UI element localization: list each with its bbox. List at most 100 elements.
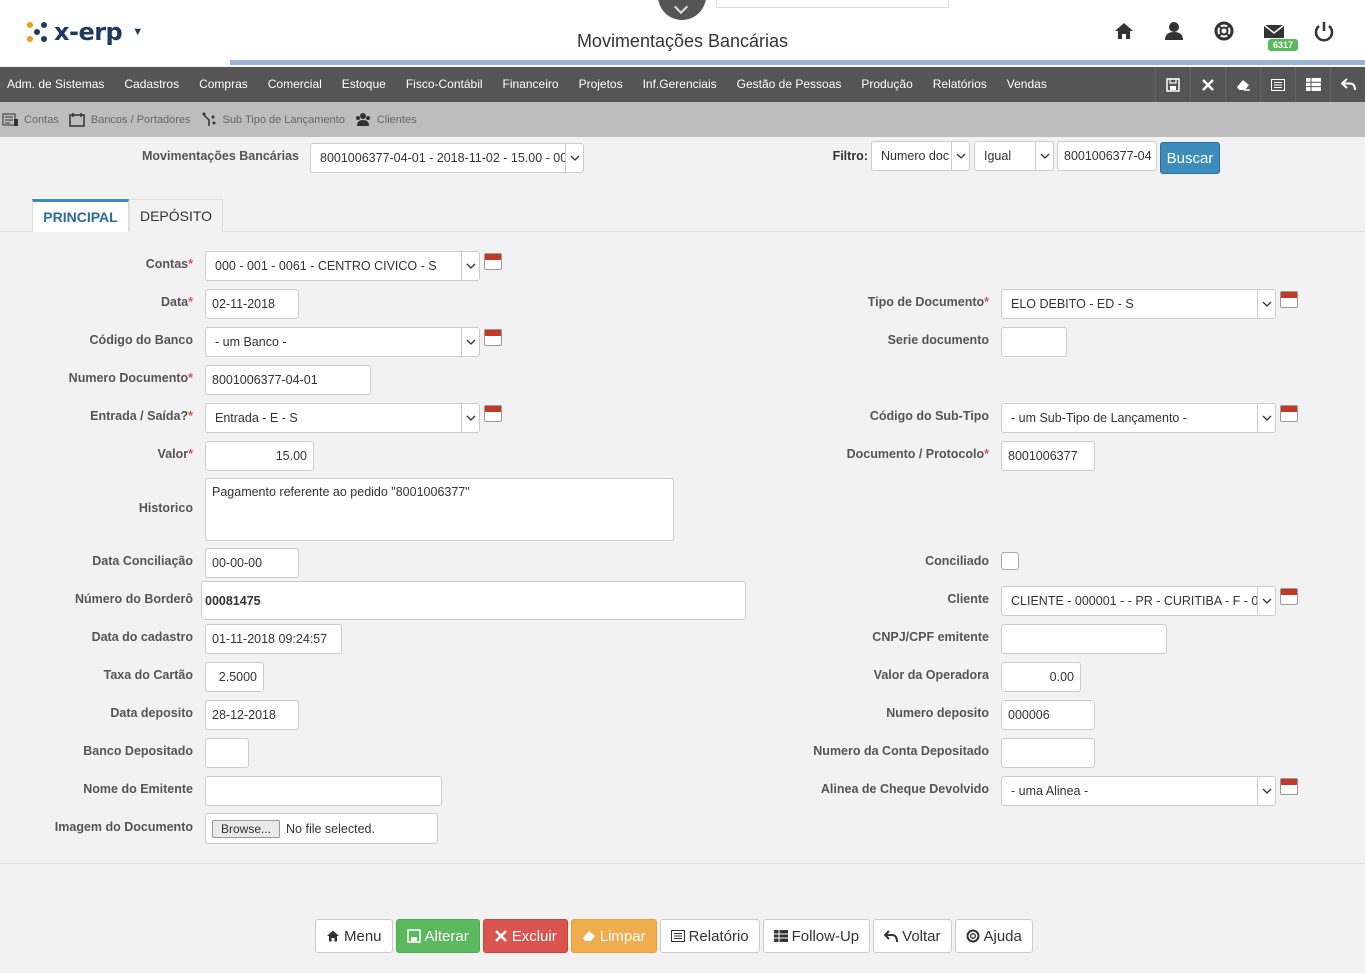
codigo-subtipo-calendar-icon[interactable] [1280,405,1298,422]
menu-item-projetos[interactable]: Projetos [569,67,633,102]
data-conciliacao-input[interactable]: 00-00-00 [205,548,299,578]
excluir-button[interactable]: Excluir [482,919,568,953]
tipo-documento-calendar-icon[interactable] [1280,291,1298,308]
table-icon [773,930,788,942]
menu-button[interactable]: Menu [315,919,393,953]
cliente-select[interactable]: CLIENTE - 000001 - - PR - CURITIBA - F -… [1001,586,1276,616]
shortcut-contas[interactable]: Contas [2,112,59,127]
relatorio-button[interactable]: Relatório [659,919,760,953]
data-cadastro-input[interactable]: 01-11-2018 09:24:57 [205,624,342,654]
shortcut-bancos[interactable]: Bancos / Portadores [69,112,191,127]
followup-button[interactable]: Follow-Up [762,919,871,953]
record-selector[interactable]: 8001006377-04-01 - 2018-11-02 - 15.00 - … [310,143,584,173]
table-icon[interactable] [1295,67,1330,102]
contas-select[interactable]: 000 - 001 - 0061 - CENTRO CIVICO - S [205,251,480,281]
shortcut-contas-label: Contas [24,113,59,126]
menu-item-fisco-contabil[interactable]: Fisco-Contábil [396,67,493,102]
cliente-calendar-icon[interactable] [1280,588,1298,605]
contas-calendar-icon[interactable] [484,253,502,270]
numero-bordero-input[interactable]: 00081475 [201,581,746,620]
serie-documento-input[interactable] [1001,327,1067,357]
alinea-cheque-calendar-icon[interactable] [1280,778,1298,795]
power-icon[interactable] [1313,20,1335,42]
followup-button-label: Follow-Up [791,927,860,945]
numero-conta-depositado-input[interactable] [1001,738,1095,768]
entrada-saida-calendar-icon[interactable] [484,405,502,422]
menu-button-label: Menu [344,927,382,945]
alinea-cheque-select[interactable]: - uma Alinea - [1001,776,1276,806]
documento-protocolo-label: Documento / Protocolo* [846,447,989,461]
data-deposito-input[interactable]: 28-12-2018 [205,700,299,730]
menu-item-relatorios[interactable]: Relatórios [923,67,997,102]
data-input[interactable]: 02-11-2018 [205,289,299,319]
numero-bordero-label: Número do Borderô [74,592,193,606]
valor-input[interactable]: 15.00 [205,441,314,471]
mail-icon[interactable]: 6317 [1263,20,1299,51]
entrada-saida-select[interactable]: Entrada - E - S [205,403,480,433]
tipo-documento-select[interactable]: ELO DEBITO - ED - S [1001,289,1276,319]
close-icon[interactable] [1190,67,1225,102]
codigo-subtipo-select[interactable]: - um Sub-Tipo de Lançamento - [1001,403,1276,433]
limpar-button[interactable]: Limpar [570,919,657,953]
ajuda-button[interactable]: Ajuda [954,919,1033,953]
form-bottom-divider [0,863,1365,864]
voltar-button[interactable]: Voltar [873,919,952,953]
save-icon[interactable] [1155,67,1190,102]
chevron-down-icon [951,142,969,170]
collapse-header-toggle[interactable] [658,0,706,20]
filter-field-select[interactable]: Numero doc [871,141,970,171]
menu-item-inf-gerenciais[interactable]: Inf.Gerenciais [633,67,727,102]
valor-operadora-input[interactable]: 0.00 [1001,662,1081,692]
tab-deposito[interactable]: DEPÓSITO [129,199,223,232]
bank-icon [69,113,85,127]
imagem-documento-label: Imagem do Documento [54,820,193,834]
conciliado-checkbox[interactable] [1001,552,1019,570]
search-button[interactable]: Buscar [1160,142,1220,174]
historico-textarea[interactable]: Pagamento referente ao pedido "800100637… [205,478,674,541]
back-icon[interactable] [1330,67,1365,102]
taxa-cartao-input[interactable]: 2.5000 [205,662,264,692]
numero-deposito-input[interactable]: 000006 [1001,700,1095,730]
codigo-banco-calendar-icon[interactable] [484,329,502,346]
codigo-banco-select[interactable]: - um Banco - [205,327,480,357]
menu-item-compras[interactable]: Compras [189,67,258,102]
browse-button[interactable]: Browse... [212,819,281,838]
limpar-button-label: Limpar [599,927,646,945]
menu-item-financeiro[interactable]: Financeiro [493,67,569,102]
menu-item-gestao-pessoas[interactable]: Gestão de Pessoas [727,67,852,102]
menu-item-estoque[interactable]: Estoque [332,67,396,102]
chevron-down-icon [1257,290,1275,318]
lifebuoy-icon[interactable] [1213,20,1235,42]
filter-value-input[interactable]: 8001006377-04 [1057,141,1157,171]
quick-search-strip[interactable] [716,0,949,8]
menu-item-cadastros[interactable]: Cadastros [114,67,189,102]
user-icon[interactable] [1163,20,1185,42]
eraser-icon[interactable] [1225,67,1260,102]
entrada-saida-label: Entrada / Saída?* [90,409,193,423]
menu-item-adm-sistemas[interactable]: Adm. de Sistemas [0,67,114,102]
menu-item-comercial[interactable]: Comercial [258,67,332,102]
menu-item-vendas[interactable]: Vendas [997,67,1057,102]
shortcut-subtipo[interactable]: Sub Tipo de Lançamento [201,112,345,127]
alinea-cheque-value: - uma Alinea - [1011,784,1089,798]
filter-operator-select[interactable]: Igual [974,141,1054,171]
shortcut-clientes[interactable]: Clientes [355,112,417,127]
tab-principal[interactable]: PRINCIPAL [32,199,129,232]
numero-documento-input[interactable]: 8001006377-04-01 [205,365,371,395]
list-icon[interactable] [1260,67,1295,102]
documento-protocolo-input[interactable]: 8001006377 [1001,441,1095,471]
file-status: No file selected. [286,821,375,836]
alterar-button[interactable]: Alterar [395,919,480,953]
numero-deposito-label: Numero deposito [886,706,989,720]
shortcut-clientes-label: Clientes [376,113,417,126]
banco-depositado-input[interactable] [205,738,249,768]
cnpj-cpf-input[interactable] [1001,624,1167,654]
excluir-button-label: Excluir [511,927,557,945]
nome-emitente-input[interactable] [205,776,442,806]
imagem-documento-file-input[interactable]: Browse... No file selected. [205,813,438,844]
cnpj-cpf-label: CNPJ/CPF emitente [872,630,989,644]
menu-item-producao[interactable]: Produção [851,67,922,102]
eraser-icon [582,931,595,941]
shortcut-bar: Contas Bancos / Portadores Sub Tipo de L… [0,102,1365,137]
home-icon[interactable] [1113,20,1135,42]
